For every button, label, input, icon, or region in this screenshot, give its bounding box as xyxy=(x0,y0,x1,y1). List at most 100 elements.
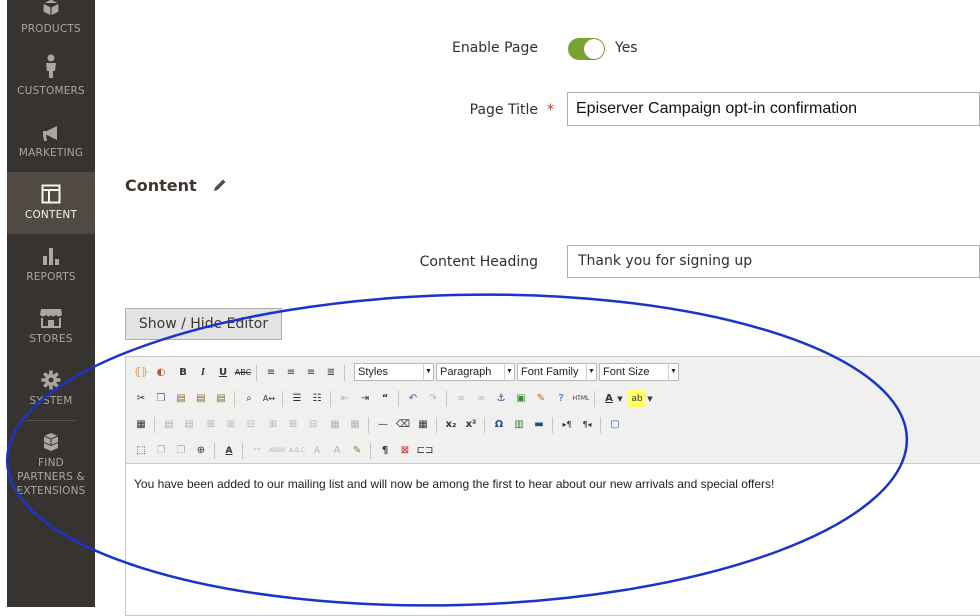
cite-icon[interactable]: “” xyxy=(248,442,266,460)
link-icon[interactable]: ∞ xyxy=(452,390,470,408)
italic-icon[interactable]: I xyxy=(194,364,212,382)
storefront-icon xyxy=(40,309,62,328)
merge-cells-icon[interactable]: ▦ xyxy=(346,416,364,434)
blockquote-icon[interactable]: “ xyxy=(376,390,394,408)
sidebar-item-stores[interactable]: STORES xyxy=(7,296,95,358)
delete-col-icon[interactable]: ⊟ xyxy=(304,416,322,434)
numbered-list-icon[interactable]: ☷ xyxy=(308,390,326,408)
content-heading-input[interactable]: Thank you for signing up xyxy=(567,245,980,278)
insert-col-after-icon[interactable]: ⊞ xyxy=(284,416,302,434)
paste-icon[interactable]: ▤ xyxy=(172,390,190,408)
sidebar-item-marketing[interactable]: MARKETING xyxy=(7,110,95,172)
align-justify-icon[interactable]: ≣ xyxy=(322,364,340,382)
editor-toolbar: ⦃⦄ ◐ B I U ABC ≡ ≡ ≡ ≣ Styles ▼ Paragraph… xyxy=(126,357,980,464)
absolute-icon[interactable]: ⊕ xyxy=(192,442,210,460)
subscript-icon[interactable]: x₂ xyxy=(442,416,460,434)
sidebar-item-products[interactable]: PRODUCTS xyxy=(7,0,95,35)
sidebar-item-content[interactable]: CONTENT xyxy=(7,172,95,234)
advanced-hr-icon[interactable]: ▬ xyxy=(530,416,548,434)
bold-icon[interactable]: B xyxy=(174,364,192,382)
chevron-down-icon: ▼ xyxy=(423,364,433,380)
find-icon[interactable]: ⌕ xyxy=(240,390,258,408)
sidebar-item-find-partners[interactable]: FIND PARTNERS & EXTENSIONS xyxy=(7,422,95,502)
highlight-color-icon[interactable]: ab xyxy=(628,390,646,408)
pencil-icon[interactable] xyxy=(212,177,228,193)
show-hide-editor-button[interactable]: Show / Hide Editor xyxy=(125,308,282,340)
superscript-icon[interactable]: x² xyxy=(462,416,480,434)
eraser-icon[interactable]: ⌫ xyxy=(394,416,412,434)
split-cells-icon[interactable]: ▦ xyxy=(326,416,344,434)
wysiwyg-editor: ⦃⦄ ◐ B I U ABC ≡ ≡ ≡ ≣ Styles ▼ Paragraph… xyxy=(125,356,980,616)
sidebar-item-reports[interactable]: REPORTS xyxy=(7,234,95,296)
ins-icon[interactable]: A xyxy=(328,442,346,460)
visual-aid-icon[interactable]: ▦ xyxy=(414,416,432,434)
align-left-icon[interactable]: ≡ xyxy=(262,364,280,382)
bullet-list-icon[interactable]: ☰ xyxy=(288,390,306,408)
sidebar-item-label: PARTNERS & xyxy=(17,471,85,483)
paste-text-icon[interactable]: ▤ xyxy=(192,390,210,408)
chevron-down-icon[interactable]: ▼ xyxy=(616,390,624,408)
anchor-icon[interactable]: ⚓ xyxy=(492,390,510,408)
abbr-icon[interactable]: ABBR xyxy=(268,442,286,460)
insert-row-after-icon[interactable]: ⊞ xyxy=(222,416,240,434)
paste-word-icon[interactable]: ▤ xyxy=(212,390,230,408)
enable-page-toggle[interactable] xyxy=(568,38,605,60)
sidebar-item-label: STORES xyxy=(29,333,73,345)
underline-icon[interactable]: U xyxy=(214,364,232,382)
help-icon[interactable]: ? xyxy=(552,390,570,408)
toolbar-divider xyxy=(154,417,155,433)
ltr-icon[interactable]: ▸¶ xyxy=(558,416,576,434)
toolbar-divider xyxy=(282,391,283,407)
html-source-icon[interactable]: HTML xyxy=(572,390,590,408)
indent-icon[interactable]: ⇥ xyxy=(356,390,374,408)
select-value: Font Size xyxy=(603,366,650,378)
toolbar-divider xyxy=(484,417,485,433)
replace-icon[interactable]: A↔ xyxy=(260,390,278,408)
cut-icon[interactable]: ✂ xyxy=(132,390,150,408)
table-cell-props-icon[interactable]: ▤ xyxy=(180,416,198,434)
special-char-icon[interactable]: Ω xyxy=(490,416,508,434)
del-icon[interactable]: A xyxy=(308,442,326,460)
undo-icon[interactable]: ↶ xyxy=(404,390,422,408)
sidebar-item-customers[interactable]: CUSTOMERS xyxy=(7,48,95,110)
nonbreaking-icon[interactable]: ⊏⊐ xyxy=(416,442,434,460)
fullscreen-icon[interactable]: ▢ xyxy=(606,416,624,434)
widget-icon[interactable]: ⦃⦄ xyxy=(132,364,150,382)
sidebar-item-system[interactable]: SYSTEM xyxy=(7,358,95,420)
redo-icon[interactable]: ↷ xyxy=(424,390,442,408)
copy-icon[interactable]: ❐ xyxy=(152,390,170,408)
delete-row-icon[interactable]: ⊟ xyxy=(242,416,260,434)
show-blocks-icon[interactable]: ¶ xyxy=(376,442,394,460)
styleprops-icon[interactable]: A xyxy=(220,442,238,460)
toolbar-divider xyxy=(552,417,553,433)
move-backward-icon[interactable]: ❐ xyxy=(172,442,190,460)
chevron-down-icon[interactable]: ▼ xyxy=(646,390,654,408)
rtl-icon[interactable]: ¶◂ xyxy=(578,416,596,434)
acronym-icon[interactable]: A.B.C xyxy=(288,442,306,460)
align-center-icon[interactable]: ≡ xyxy=(282,364,300,382)
strikethrough-icon[interactable]: ABC xyxy=(234,364,252,382)
outdent-icon[interactable]: ⇤ xyxy=(336,390,354,408)
font-family-select[interactable]: Font Family ▼ xyxy=(517,363,597,381)
editor-content-text[interactable]: You have been added to our mailing list … xyxy=(134,477,774,491)
paragraph-select[interactable]: Paragraph ▼ xyxy=(436,363,515,381)
page-title-input[interactable]: Episerver Campaign opt-in confirmation xyxy=(567,92,980,126)
cleanup-icon[interactable]: ✎ xyxy=(532,390,550,408)
insert-layer-icon[interactable]: ⬚ xyxy=(132,442,150,460)
attribs-icon[interactable]: ✎ xyxy=(348,442,366,460)
image-icon[interactable]: ▣ xyxy=(512,390,530,408)
content-heading-label: Content Heading xyxy=(419,254,538,270)
table-edit-icon[interactable]: ▦ xyxy=(132,416,150,434)
media-icon[interactable]: ▥ xyxy=(510,416,528,434)
horizontal-rule-icon[interactable]: — xyxy=(374,416,392,434)
move-forward-icon[interactable]: ❐ xyxy=(152,442,170,460)
font-size-select[interactable]: Font Size ▼ xyxy=(599,363,679,381)
palette-icon[interactable]: ◐ xyxy=(152,364,170,382)
visual-chars-icon[interactable]: ⊠ xyxy=(396,442,414,460)
insert-col-before-icon[interactable]: ⊞ xyxy=(264,416,282,434)
unlink-icon[interactable]: ∞ xyxy=(472,390,490,408)
align-right-icon[interactable]: ≡ xyxy=(302,364,320,382)
insert-row-before-icon[interactable]: ⊞ xyxy=(202,416,220,434)
styles-select[interactable]: Styles ▼ xyxy=(354,363,434,381)
table-row-props-icon[interactable]: ▤ xyxy=(160,416,178,434)
